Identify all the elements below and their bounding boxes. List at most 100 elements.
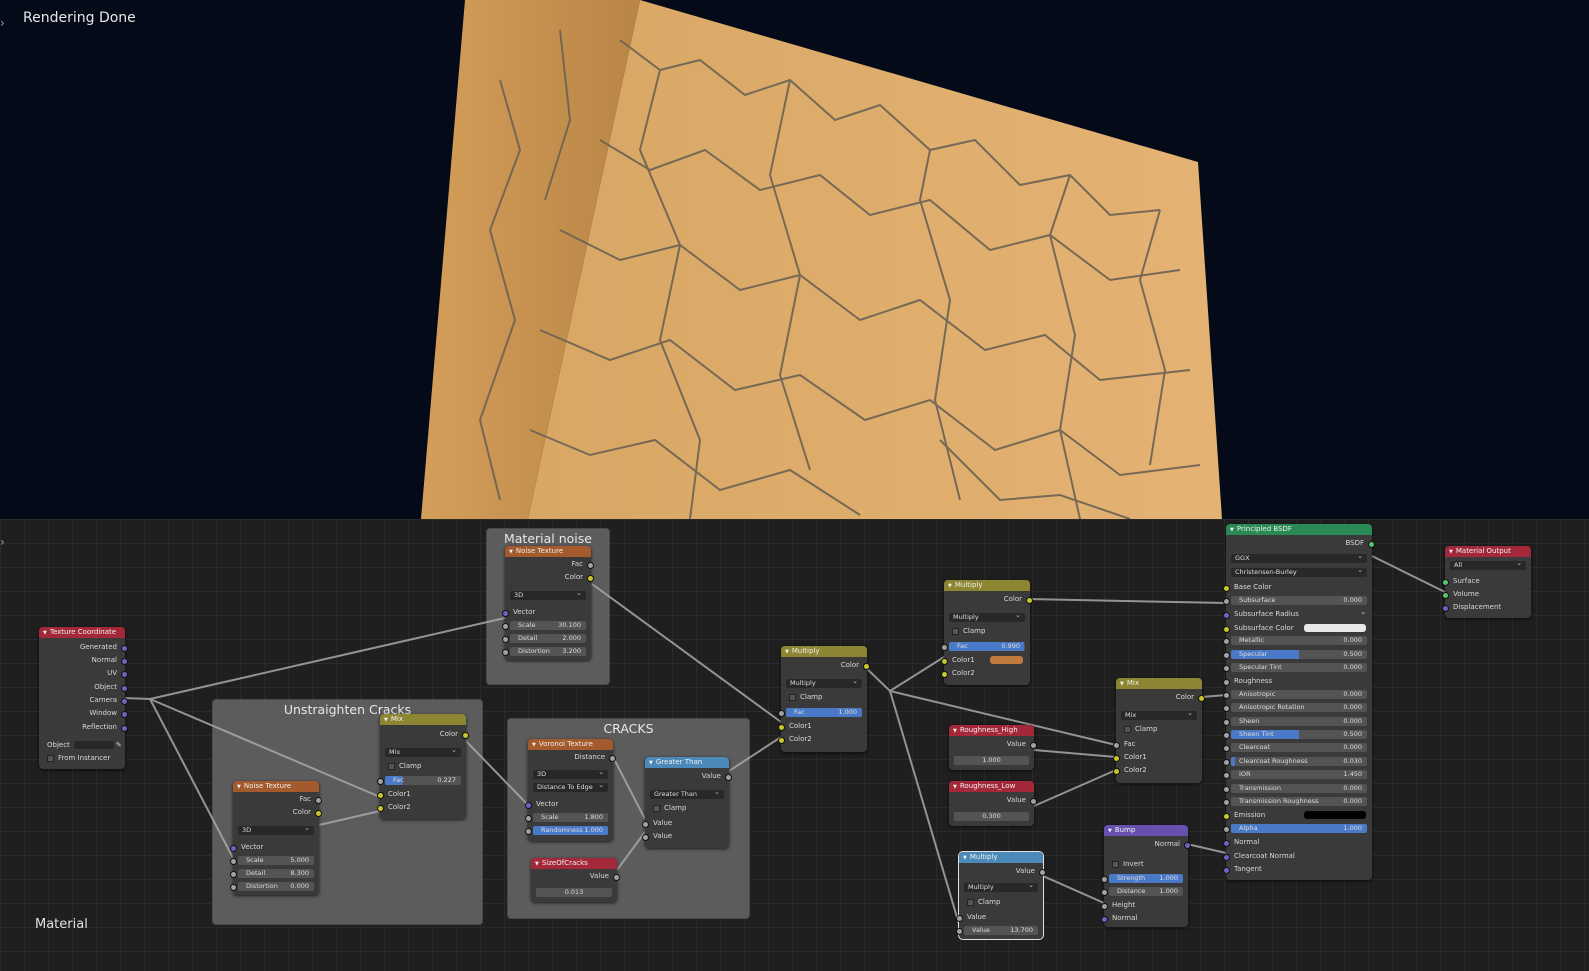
collapse-triangle-icon[interactable]: ▼	[1120, 681, 1124, 687]
node-header[interactable]: ▼ Roughness_High	[949, 725, 1034, 736]
blend-mode-dropdown[interactable]: Mix	[1121, 709, 1197, 720]
node-mix-unstraighten[interactable]: ▼Mix Color Mix Clamp Fac0.227 Color1 Col…	[377, 714, 469, 819]
scale-field[interactable]: Scale 5.000	[230, 856, 314, 865]
socket-value-out[interactable]: Value	[949, 795, 1037, 806]
node-header[interactable]: ▼ Voronoi Texture	[528, 739, 613, 750]
socket-value-1[interactable]: Value	[956, 912, 1043, 923]
node-header[interactable]: ▼ SizeOfCracks	[531, 858, 617, 869]
node-mix-roughness[interactable]: ▼Mix Color Mix Clamp Fac Color1 Color2	[1113, 678, 1205, 783]
socket-normal[interactable]: Normal	[39, 655, 128, 666]
feature-dropdown[interactable]: Distance To Edge	[533, 781, 608, 792]
scale-field[interactable]: Scale 1.800	[525, 813, 608, 822]
socket-camera[interactable]: Camera	[39, 695, 128, 706]
node-noise-texture-unstraighten[interactable]: ▼Noise Texture Fac Color 3D Vector Scale…	[230, 781, 322, 895]
node-header[interactable]: ▼ Greater Than	[645, 757, 729, 768]
socket-bsdf-out[interactable]: BSDF	[1226, 538, 1375, 549]
socket-color2[interactable]: Color2	[941, 668, 1030, 679]
bsdf-row-normal[interactable]: Normal	[1223, 837, 1372, 848]
socket-surface[interactable]: Surface	[1442, 576, 1531, 587]
clamp-checkbox[interactable]: Clamp	[380, 761, 466, 772]
socket-base-color[interactable]: Base Color	[1223, 582, 1372, 593]
bsdf-row-emission[interactable]: Emission	[1223, 810, 1372, 821]
node-multiply-mix[interactable]: ▼Multiply Color Multiply Clamp Fac1.000 …	[778, 646, 870, 752]
socket-color[interactable]: Color	[233, 807, 322, 818]
from-instancer-checkbox[interactable]: From Instancer	[39, 753, 125, 764]
node-principled-bsdf[interactable]: ▼Principled BSDF BSDF GGX Christensen-Bu…	[1223, 524, 1375, 880]
node-size-of-cracks[interactable]: ▼ SizeOfCracks Value 0.013	[531, 858, 620, 902]
socket-window[interactable]: Window	[39, 708, 128, 719]
node-header[interactable]: ▼ Principled BSDF	[1226, 524, 1372, 535]
collapse-triangle-icon[interactable]: ▼	[785, 649, 789, 655]
node-texture-coordinate[interactable]: ▼ Texture Coordinate Generated Normal UV …	[39, 627, 128, 769]
socket-object[interactable]: Object	[39, 682, 128, 693]
value-field[interactable]: 0.300	[954, 812, 1029, 821]
subsurface-method-dropdown[interactable]: Christensen-Burley	[1231, 566, 1367, 577]
clamp-checkbox[interactable]: Clamp	[944, 626, 1030, 637]
node-header[interactable]: ▼ Mix	[380, 714, 466, 725]
distribution-dropdown[interactable]: GGX	[1231, 552, 1367, 563]
socket-reflection[interactable]: Reflection	[39, 722, 128, 733]
node-roughness-high[interactable]: ▼ Roughness_High Value 1.000	[949, 725, 1037, 770]
collapse-triangle-icon[interactable]: ▼	[948, 583, 952, 589]
socket-fac[interactable]: Fac	[1113, 739, 1202, 750]
bsdf-row-anisotropic-rotation[interactable]: Anisotropic Rotation 0.000	[1223, 703, 1367, 713]
socket-volume[interactable]: Volume	[1442, 589, 1531, 600]
socket-color2[interactable]: Color2	[778, 734, 867, 745]
socket-value-out[interactable]: Value	[959, 866, 1046, 877]
bsdf-row-specular[interactable]: Specular 0.500	[1223, 649, 1367, 659]
socket-color2[interactable]: Color2	[1113, 765, 1202, 776]
dimensions-dropdown[interactable]: 3D	[533, 768, 608, 779]
collapse-triangle-icon[interactable]: ▼	[237, 784, 241, 790]
socket-generated[interactable]: Generated	[39, 642, 128, 653]
fac-slider[interactable]: Fac 1.000	[778, 708, 862, 717]
bsdf-row-metallic[interactable]: Metallic 0.000	[1223, 636, 1367, 646]
node-header[interactable]: ▼ Material Output	[1445, 546, 1531, 557]
collapse-triangle-icon[interactable]: ▼	[1108, 828, 1112, 834]
node-header[interactable]: ▼ Bump	[1104, 825, 1188, 836]
socket-fac[interactable]: Fac	[233, 794, 322, 805]
socket-value-out[interactable]: Value	[531, 871, 620, 882]
dimensions-dropdown[interactable]: 3D	[510, 589, 586, 600]
collapse-triangle-icon[interactable]: ▼	[953, 728, 957, 734]
randomness-slider[interactable]: Randomness 1.000	[525, 826, 608, 835]
bsdf-row-alpha[interactable]: Alpha 1.000	[1223, 823, 1367, 833]
socket-vector[interactable]: Vector	[525, 799, 613, 810]
bsdf-row-sheen[interactable]: Sheen 0.000	[1223, 716, 1367, 726]
bsdf-row-subsurface-radius[interactable]: Subsurface Radius ⌄	[1223, 607, 1372, 620]
bsdf-row-clearcoat-normal[interactable]: Clearcoat Normal	[1223, 851, 1372, 862]
bsdf-row-subsurface[interactable]: Subsurface 0.000	[1223, 596, 1367, 605]
collapse-triangle-icon[interactable]: ▼	[384, 717, 388, 723]
target-dropdown[interactable]: All	[1450, 559, 1526, 570]
bsdf-row-anisotropic[interactable]: Anisotropic 0.000	[1223, 689, 1367, 699]
socket-color-out[interactable]: Color	[380, 729, 469, 740]
bsdf-row-roughness[interactable]: Roughness	[1223, 676, 1372, 687]
collapse-triangle-icon[interactable]: ▼	[509, 549, 513, 555]
eyedropper-icon[interactable]: ✎	[116, 741, 122, 749]
distortion-field[interactable]: Distortion 3.200	[502, 647, 586, 656]
bsdf-row-transmission-roughness[interactable]: Transmission Roughness 0.000	[1223, 797, 1367, 806]
socket-color1[interactable]: Color1	[377, 789, 466, 800]
collapse-triangle-icon[interactable]: ▼	[43, 630, 47, 636]
socket-color[interactable]: Color	[505, 572, 594, 583]
chevron-down-icon[interactable]: ⌄	[1360, 607, 1366, 618]
node-multiply-color[interactable]: ▼Multiply Color Multiply Clamp Fac0.990 …	[941, 580, 1033, 685]
collapse-arrow-icon[interactable]: ›	[0, 16, 5, 30]
invert-checkbox[interactable]: Invert	[1104, 859, 1188, 870]
node-greater-than[interactable]: ▼Greater Than Value Greater Than Clamp V…	[642, 757, 732, 848]
node-header[interactable]: ▼ Multiply	[959, 852, 1043, 863]
bsdf-row-ior[interactable]: IOR 1.450	[1223, 770, 1367, 780]
bsdf-row-sheen-tint[interactable]: Sheen Tint 0.500	[1223, 730, 1367, 739]
color-swatch[interactable]	[990, 656, 1023, 664]
socket-normal-in[interactable]: Normal	[1101, 913, 1188, 924]
collapse-triangle-icon[interactable]: ▼	[532, 742, 536, 748]
node-roughness-low[interactable]: ▼ Roughness_Low Value 0.300	[949, 781, 1037, 826]
node-header[interactable]: ▼ Mix	[1116, 678, 1202, 689]
object-picker[interactable]: Object ✎	[39, 740, 125, 751]
object-field[interactable]	[73, 741, 114, 749]
bsdf-row-clearcoat-roughness[interactable]: Clearcoat Roughness 0.030	[1223, 756, 1367, 766]
blend-mode-dropdown[interactable]: Multiply	[786, 677, 862, 688]
socket-color-out[interactable]: Color	[944, 594, 1033, 605]
socket-color1[interactable]: Color1	[941, 655, 1030, 666]
socket-color1[interactable]: Color1	[778, 721, 867, 732]
socket-value-2[interactable]: Value	[642, 831, 729, 842]
